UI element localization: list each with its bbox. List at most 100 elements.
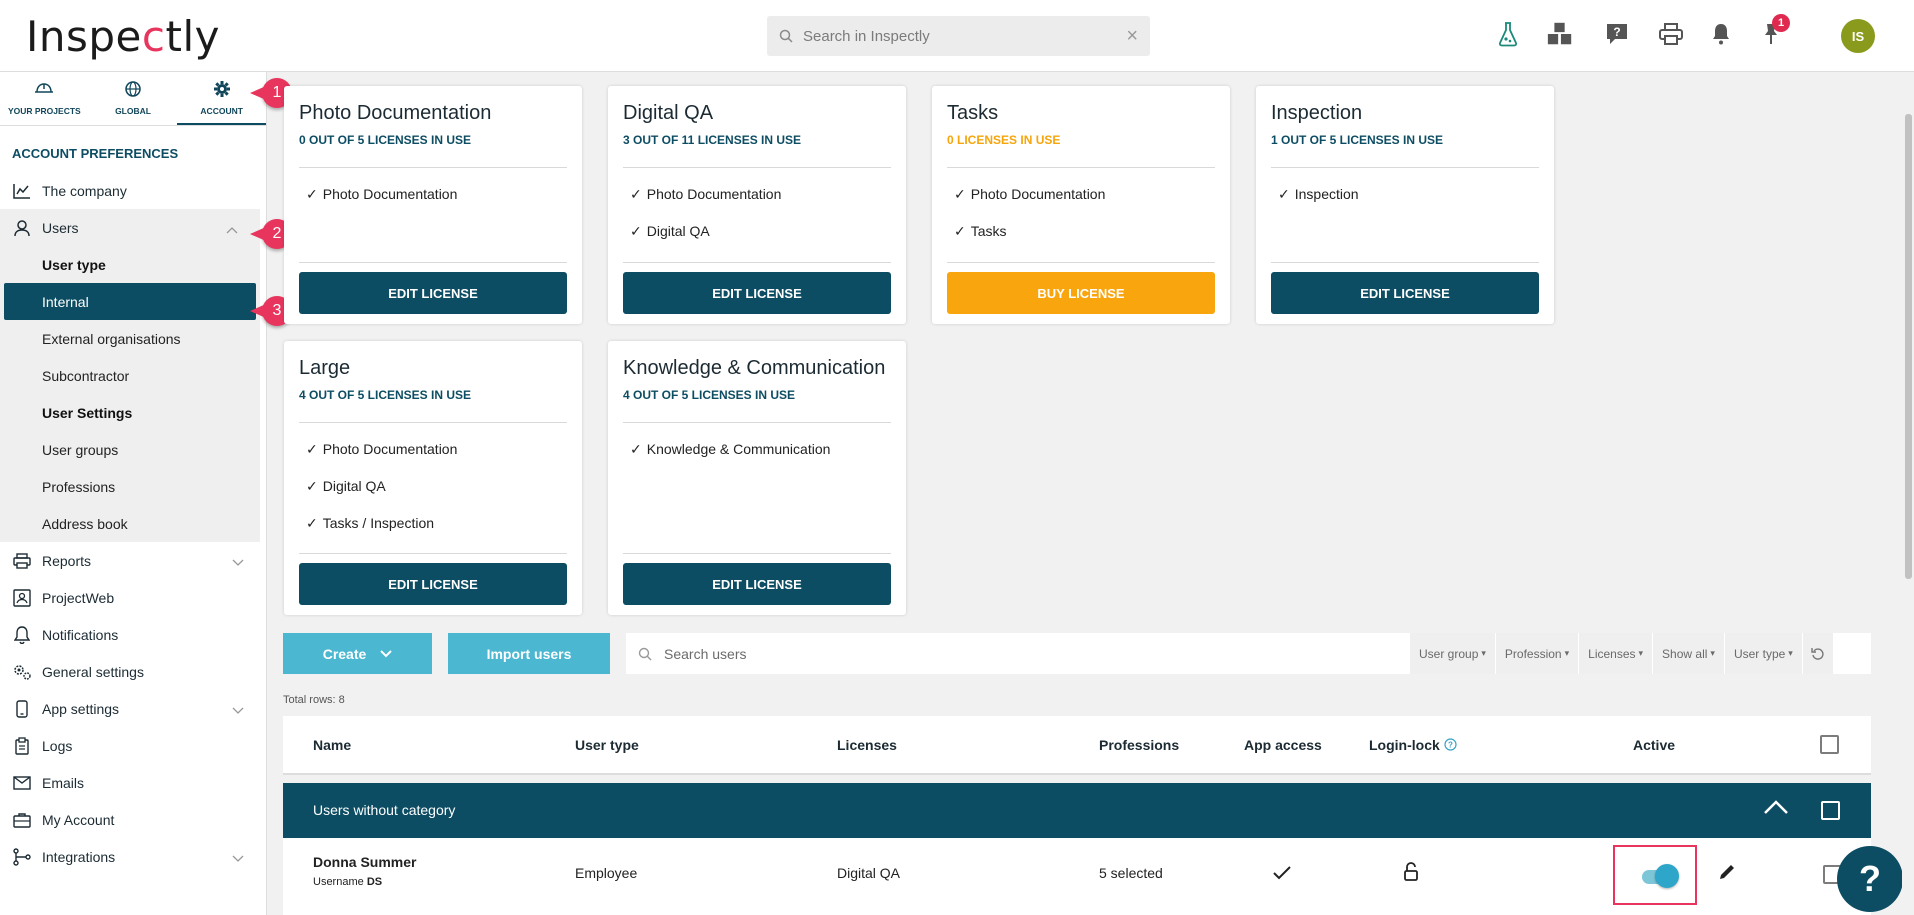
- gears-icon: [14, 664, 31, 680]
- import-users-button[interactable]: Import users: [448, 633, 610, 674]
- chevron-up-icon[interactable]: [1763, 799, 1789, 815]
- inspectly-logo[interactable]: Inspectly: [26, 12, 220, 61]
- card-title: Tasks: [947, 102, 999, 124]
- envelope-icon: [13, 775, 31, 790]
- filter-user-type[interactable]: User type: [1724, 633, 1802, 674]
- license-card-digital-qa: Digital QA 3 OUT OF 11 LICENSES IN USE P…: [608, 86, 906, 324]
- sidebar-item-my-account[interactable]: My Account: [0, 801, 266, 838]
- card-feature: Digital QA: [306, 478, 386, 495]
- help-chat-icon[interactable]: ?: [1603, 20, 1631, 48]
- filter-profession[interactable]: Profession: [1495, 633, 1579, 674]
- card-feature: Tasks: [954, 223, 1007, 240]
- card-feature: Photo Documentation: [954, 186, 1106, 203]
- sidebar-item-user-groups[interactable]: User groups: [0, 431, 260, 468]
- flask-icon[interactable]: [1494, 20, 1522, 48]
- clipboard-icon: [15, 736, 29, 755]
- license-card-large: Large 4 OUT OF 5 LICENSES IN USE Photo D…: [284, 341, 582, 615]
- col-login-lock[interactable]: Login-lock ?: [1369, 737, 1457, 753]
- col-user-type[interactable]: User type: [575, 737, 639, 753]
- chevron-down-icon[interactable]: [232, 702, 244, 718]
- helmet-icon: [35, 83, 54, 93]
- notification-badge: 1: [1772, 14, 1790, 32]
- tab-global[interactable]: GLOBAL: [89, 72, 178, 125]
- sidebar-item-general-settings[interactable]: General settings: [0, 653, 266, 690]
- select-all-checkbox[interactable]: [1820, 735, 1839, 754]
- reset-icon[interactable]: [1802, 633, 1833, 674]
- group-row[interactable]: Users without category: [283, 783, 1871, 838]
- user-name: Donna Summer: [313, 854, 417, 870]
- sidebar-item-reports[interactable]: Reports: [0, 542, 266, 579]
- unlock-icon[interactable]: [1403, 862, 1419, 882]
- cubes-icon[interactable]: [1546, 20, 1574, 48]
- tab-your-projects[interactable]: YOUR PROJECTS: [0, 72, 89, 125]
- search-users-input[interactable]: Search users: [664, 646, 1409, 662]
- edit-license-button[interactable]: EDIT LICENSE: [299, 272, 567, 314]
- col-name[interactable]: Name: [313, 737, 351, 753]
- username: Username DS: [313, 876, 383, 888]
- buy-license-button[interactable]: BUY LICENSE: [947, 272, 1215, 314]
- license-card-knowledge-communication: Knowledge & Communication 4 OUT OF 5 LIC…: [608, 341, 906, 615]
- briefcase-icon: [13, 812, 31, 828]
- sidebar-item-subcontractor[interactable]: Subcontractor: [0, 357, 260, 394]
- scrollbar[interactable]: [1902, 72, 1914, 915]
- app-header: Inspectly Search in Inspectly × ? 1 IS: [0, 0, 1914, 72]
- edit-license-button[interactable]: EDIT LICENSE: [623, 563, 891, 605]
- global-search-input[interactable]: Search in Inspectly ×: [767, 16, 1150, 56]
- chevron-down-icon: [380, 649, 393, 657]
- sidebar-subheading-user-type: User type: [42, 256, 106, 273]
- id-card-icon: [13, 588, 31, 607]
- group-checkbox[interactable]: [1821, 801, 1840, 820]
- sidebar-item-external-organisations[interactable]: External organisations: [0, 320, 260, 357]
- check-icon: [1273, 866, 1291, 880]
- col-app-access[interactable]: App access: [1244, 737, 1322, 753]
- mobile-icon: [16, 699, 28, 718]
- group-label: Users without category: [313, 802, 456, 818]
- filter-user-group[interactable]: User group: [1410, 633, 1495, 674]
- edit-license-button[interactable]: EDIT LICENSE: [299, 563, 567, 605]
- filter-licenses[interactable]: Licenses: [1579, 633, 1653, 674]
- col-professions[interactable]: Professions: [1099, 737, 1179, 753]
- pencil-icon[interactable]: [1718, 863, 1736, 881]
- sidebar-subheading-user-settings: User Settings: [42, 404, 133, 421]
- create-button[interactable]: Create: [283, 633, 432, 674]
- license-card-tasks: Tasks 0 LICENSES IN USE Photo Documentat…: [932, 86, 1230, 324]
- sidebar-item-users[interactable]: Users: [0, 209, 260, 246]
- table-header: Name User type Licenses Professions App …: [283, 716, 1871, 775]
- svg-text:?: ?: [1613, 25, 1620, 39]
- help-button[interactable]: ?: [1837, 846, 1903, 912]
- chevron-down-icon[interactable]: [232, 850, 244, 866]
- card-title: Inspection: [1271, 102, 1363, 124]
- col-licenses[interactable]: Licenses: [837, 737, 897, 753]
- sidebar-item-logs[interactable]: Logs: [0, 727, 266, 764]
- sidebar-item-notifications[interactable]: Notifications: [0, 616, 266, 653]
- user-avatar[interactable]: IS: [1841, 19, 1875, 53]
- chevron-up-icon[interactable]: [226, 221, 238, 237]
- sidebar-item-app-settings[interactable]: App settings: [0, 690, 266, 727]
- filter-show-all[interactable]: Show all: [1653, 633, 1724, 674]
- user-icon: [14, 219, 30, 236]
- info-icon[interactable]: ?: [1444, 738, 1457, 751]
- users-group: Users User type Internal External organi…: [0, 209, 260, 542]
- bell-icon[interactable]: [1707, 20, 1735, 48]
- clear-icon[interactable]: ×: [1126, 25, 1138, 48]
- edit-license-button[interactable]: EDIT LICENSE: [1271, 272, 1539, 314]
- card-feature: Photo Documentation: [306, 186, 458, 203]
- sidebar-tabs: YOUR PROJECTS GLOBAL ACCOUNT: [0, 72, 267, 126]
- chevron-down-icon[interactable]: [232, 554, 244, 570]
- sidebar-item-emails[interactable]: Emails: [0, 764, 266, 801]
- license-card-photo-documentation: Photo Documentation 0 OUT OF 5 LICENSES …: [284, 86, 582, 324]
- printer-icon[interactable]: [1657, 20, 1685, 48]
- sidebar-item-projectweb[interactable]: ProjectWeb: [0, 579, 266, 616]
- sidebar-item-internal[interactable]: Internal: [4, 283, 256, 320]
- card-title: Large: [299, 357, 351, 379]
- card-usage: 3 OUT OF 11 LICENSES IN USE: [623, 133, 802, 147]
- sidebar-item-address-book[interactable]: Address book: [0, 505, 260, 542]
- col-active[interactable]: Active: [1633, 737, 1675, 753]
- search-users-bar: Search users User group Profession Licen…: [626, 633, 1871, 674]
- sidebar-item-professions[interactable]: Professions: [0, 468, 260, 505]
- sidebar-item-integrations[interactable]: Integrations: [0, 838, 266, 875]
- edit-license-button[interactable]: EDIT LICENSE: [623, 272, 891, 314]
- card-feature: Photo Documentation: [630, 186, 782, 203]
- card-title: Photo Documentation: [299, 102, 492, 124]
- sidebar-item-company[interactable]: The company: [0, 172, 266, 209]
